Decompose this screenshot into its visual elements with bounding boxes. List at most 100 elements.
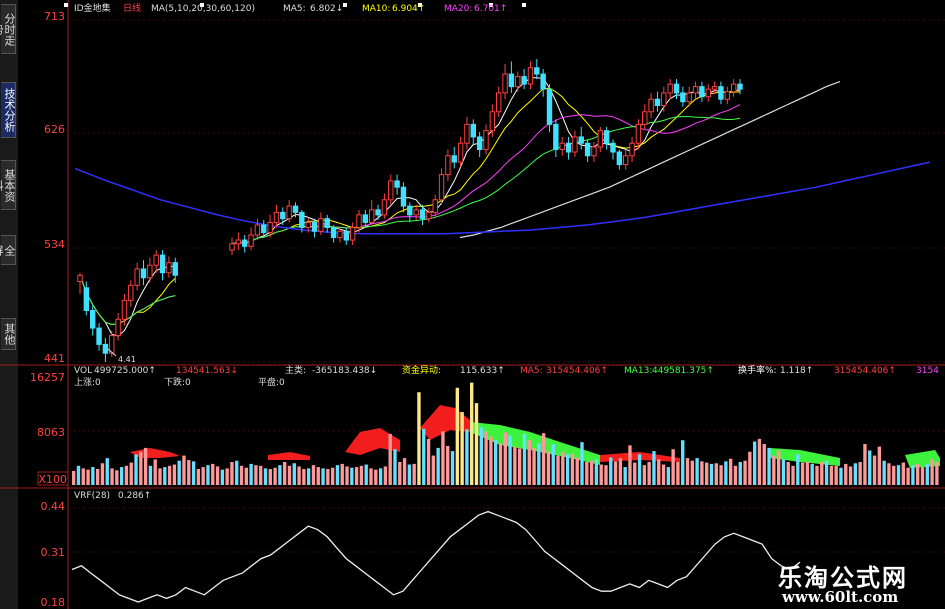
candle-body (546, 88, 553, 125)
volume-bar (115, 470, 119, 485)
volume-bar (470, 382, 474, 485)
volume-bar (76, 465, 81, 485)
candle-body (565, 142, 572, 153)
candle-body (318, 218, 324, 232)
candle-body (426, 211, 432, 220)
volume-bar (537, 443, 541, 485)
candle-body (375, 209, 381, 216)
candle-body (407, 205, 413, 216)
volume-bar (527, 440, 531, 485)
volume-bar (139, 451, 143, 485)
candle-body (603, 130, 610, 144)
candle-body (629, 142, 635, 157)
candle-body (273, 211, 280, 223)
volume-bar (297, 466, 301, 485)
volume-bar (700, 461, 704, 485)
volume-bar (609, 457, 613, 485)
candle-body (616, 151, 623, 166)
vol-label: VOL (74, 366, 92, 376)
turnover-label: 换手率%: (738, 364, 777, 376)
candle-body (559, 142, 565, 151)
volume-bar (623, 467, 627, 485)
volume-bar (383, 466, 388, 485)
candle-body (502, 73, 508, 94)
volume-bar (517, 448, 522, 485)
candle-body (134, 268, 140, 286)
volume-bar (95, 469, 100, 485)
zijin-value: 115.633↑ (460, 366, 505, 376)
candle-body (724, 91, 730, 100)
money-flow-band (905, 450, 940, 468)
volume-bar (767, 447, 771, 485)
candle-body (534, 67, 540, 75)
down-count: 下跌:0 (164, 377, 191, 388)
turnover-value: 1.118↑ (780, 366, 813, 376)
volume-bar (134, 454, 138, 485)
volume-bar (887, 463, 891, 485)
volume-bar (829, 465, 834, 485)
volume-bar (824, 460, 829, 485)
volume-bar (455, 387, 460, 485)
volume-bar (613, 461, 618, 485)
volume-bar (839, 467, 843, 485)
zhuli-label: 主类: (285, 364, 306, 376)
volume-bar (589, 460, 594, 485)
volume-bar (398, 461, 402, 485)
volume-bar (359, 465, 364, 485)
candle-body (394, 180, 400, 188)
vol-ma13-label: MA13: (624, 366, 652, 376)
volume-bar (872, 455, 877, 485)
vol-tail-value: 3154 (916, 366, 939, 376)
volume-bar (920, 467, 925, 485)
volume-bar (211, 463, 215, 485)
candle-body (572, 136, 578, 153)
volume-bar (882, 460, 886, 485)
volume-bar (671, 449, 675, 485)
volume-bar (167, 465, 172, 485)
volume-bar (800, 462, 805, 485)
volume-bar (474, 403, 479, 485)
volume-bar (633, 462, 637, 485)
candle-body (591, 146, 597, 157)
volume-bar (877, 446, 882, 485)
volume-bar (805, 461, 810, 485)
volume-bar (191, 461, 196, 485)
candle-body (254, 224, 261, 236)
y-tick-label: 0.31 (41, 546, 66, 559)
candle-body (673, 83, 680, 94)
volume-bar (182, 455, 186, 485)
candle-body (159, 254, 166, 274)
volume-bar (657, 459, 661, 485)
vrf-series (71, 510, 801, 603)
candle-body (83, 287, 90, 311)
vol-tail-value: 315454.406↑ (834, 366, 896, 376)
volume-bar (374, 469, 378, 485)
volume-bar (930, 459, 934, 485)
volume-bar (733, 465, 738, 485)
volume-bar (484, 431, 488, 485)
volume-bar (460, 412, 464, 485)
volume-bar (326, 469, 330, 485)
volume-bar (916, 463, 920, 485)
header-marker (343, 3, 347, 7)
volume-bar (575, 457, 579, 485)
candle-body (692, 86, 699, 94)
volume-bar (498, 443, 503, 485)
volume-bar (172, 464, 177, 485)
candle-body (140, 268, 147, 279)
candle-body (280, 211, 286, 220)
volume-bar (335, 465, 340, 485)
candle-body (540, 73, 546, 90)
volume-bar (249, 463, 253, 485)
ma5-value: 6.802↓ (310, 4, 343, 14)
volume-bar (124, 465, 129, 485)
volume-bar (728, 458, 733, 485)
candle-body (147, 264, 153, 279)
volume-bar (810, 463, 814, 485)
candle-body (667, 83, 673, 94)
volume-bar (752, 441, 757, 485)
volume-bar (748, 451, 752, 485)
volume-bar (345, 466, 349, 485)
candle-body (496, 92, 502, 113)
header-marker (522, 3, 526, 7)
